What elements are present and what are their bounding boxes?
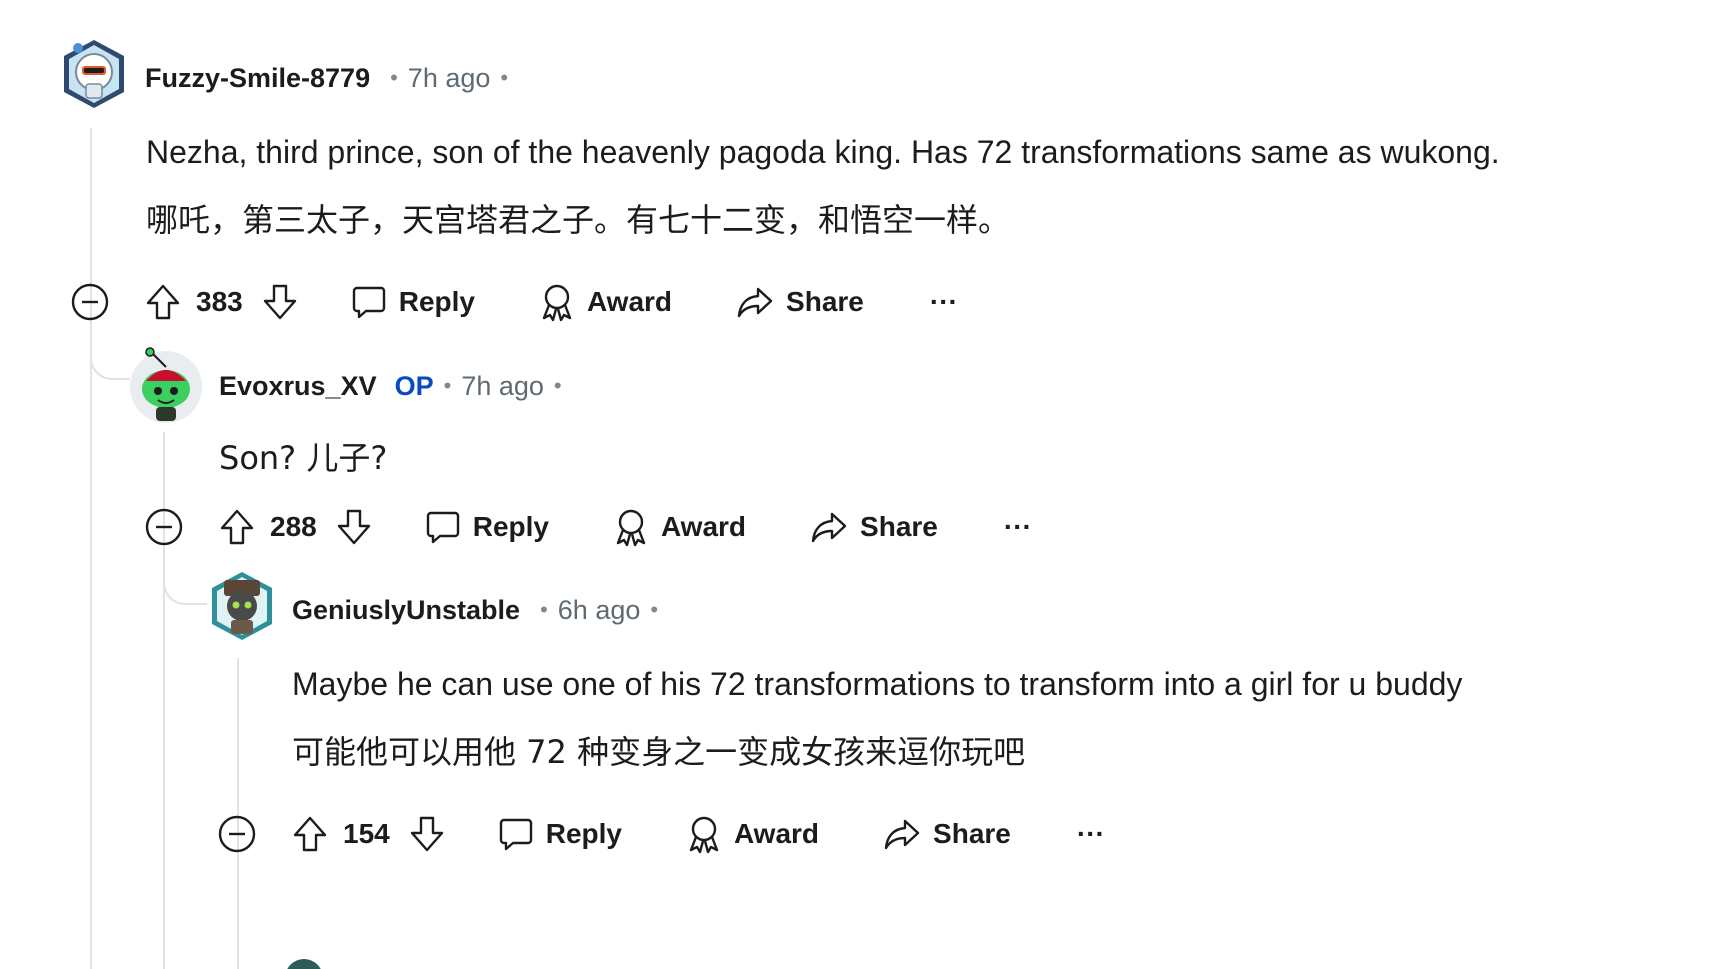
downvote-arrow-icon (337, 509, 370, 545)
separator-dot: • (553, 373, 562, 398)
separator-dot: • (390, 65, 398, 90)
speech-bubble-icon (352, 286, 385, 319)
award-ribbon-icon (616, 509, 646, 547)
comment-meta: Evoxrus_XV OP • 7h ago • (219, 366, 572, 406)
downvote-button[interactable] (335, 507, 373, 547)
comment-text-line: 哪吒，第三太子，天宫塔君之子。有七十二变，和悟空一样。 (146, 201, 1011, 239)
comment-body: Son? 儿子? (219, 424, 387, 492)
separator-dot: • (443, 373, 452, 398)
timestamp[interactable]: 6h ago (558, 595, 641, 626)
comment-body: Maybe he can use one of his 72 transform… (292, 650, 1462, 786)
username[interactable]: Evoxrus_XV (219, 371, 377, 402)
award-ribbon-icon (689, 816, 719, 854)
thread-line-level-1 (90, 128, 92, 969)
share-button[interactable]: Share (736, 284, 864, 320)
comment-text-line: Son? 儿子? (219, 439, 388, 477)
avatar[interactable] (204, 568, 280, 644)
award-label: Award (660, 511, 747, 542)
share-label: Share (786, 286, 864, 317)
comment-actions: 383 Reply Award Share ··· (144, 278, 958, 326)
robot-avatar-icon (64, 40, 124, 108)
downvote-button[interactable] (261, 282, 299, 322)
avatar-icon (287, 959, 321, 969)
comment-actions: 288 Reply Award Share ··· (218, 503, 1032, 551)
comment-text-line: Nezha, third prince, son of the heavenly… (146, 134, 1500, 170)
share-arrow-icon (737, 287, 773, 318)
downvote-arrow-icon (410, 816, 443, 852)
vote-score: 383 (196, 286, 243, 317)
username[interactable]: Fuzzy-Smile-8779 (145, 63, 370, 94)
robot-avatar-icon (212, 572, 272, 640)
downvote-button[interactable] (408, 814, 446, 854)
timestamp[interactable]: 7h ago (461, 371, 544, 402)
upvote-arrow-icon (146, 284, 180, 320)
upvote-button[interactable] (144, 282, 182, 322)
comment-meta: Fuzzy-Smile-8779 • 7h ago • (145, 58, 518, 98)
reply-label: Reply (472, 511, 549, 542)
avatar-partial[interactable] (284, 958, 324, 969)
award-button[interactable]: Award (686, 814, 819, 854)
collapse-minus-icon (145, 508, 183, 546)
award-ribbon-icon (542, 284, 572, 322)
thread-branch-curve (163, 555, 207, 605)
vote-score: 154 (343, 818, 390, 849)
award-button[interactable]: Award (613, 507, 746, 547)
upvote-arrow-icon (220, 509, 254, 545)
more-options-button[interactable]: ··· (1004, 511, 1032, 543)
separator-dot: • (540, 597, 548, 622)
collapse-button[interactable] (144, 507, 184, 547)
timestamp[interactable]: 7h ago (408, 63, 491, 94)
comment-actions: 154 Reply Award Share ··· (291, 810, 1105, 858)
share-arrow-icon (811, 512, 847, 543)
reply-label: Reply (398, 286, 475, 317)
comment-text-line: Maybe he can use one of his 72 transform… (292, 666, 1463, 702)
downvote-arrow-icon (263, 284, 296, 320)
speech-bubble-icon (499, 818, 532, 851)
award-label: Award (586, 286, 673, 317)
separator-dot: • (650, 597, 659, 622)
thread-branch-curve (90, 330, 130, 380)
share-button[interactable]: Share (883, 816, 1011, 852)
comment-meta: GeniuslyUnstable • 6h ago • (292, 590, 668, 630)
reply-button[interactable]: Reply (498, 816, 622, 852)
more-options-button[interactable]: ··· (1077, 818, 1105, 850)
share-button[interactable]: Share (810, 509, 938, 545)
collapse-minus-icon (71, 283, 109, 321)
reply-button[interactable]: Reply (425, 509, 549, 545)
comment-thread: Fuzzy-Smile-8779 • 7h ago • Nezha, third… (0, 0, 1709, 969)
reply-label: Reply (545, 818, 622, 849)
share-label: Share (860, 511, 938, 542)
share-label: Share (933, 818, 1011, 849)
upvote-button[interactable] (218, 507, 256, 547)
upvote-button[interactable] (291, 814, 329, 854)
more-options-button[interactable]: ··· (930, 286, 958, 318)
share-arrow-icon (884, 819, 920, 850)
vote-score: 288 (270, 511, 317, 542)
snoo-avatar-icon (130, 347, 202, 423)
avatar[interactable] (56, 36, 132, 112)
collapse-button[interactable] (70, 282, 110, 322)
collapse-minus-icon (218, 815, 256, 853)
award-label: Award (733, 818, 820, 849)
separator-dot: • (500, 65, 509, 90)
reply-button[interactable]: Reply (351, 284, 475, 320)
collapse-button[interactable] (217, 814, 257, 854)
username[interactable]: GeniuslyUnstable (292, 595, 520, 626)
comment-body: Nezha, third prince, son of the heavenly… (146, 118, 1500, 254)
avatar[interactable] (126, 345, 206, 425)
upvote-arrow-icon (293, 816, 327, 852)
award-button[interactable]: Award (539, 282, 672, 322)
op-badge: OP (394, 370, 434, 401)
comment-text-line: 可能他可以用他 72 种变身之一变成女孩来逗你玩吧 (292, 733, 1026, 771)
speech-bubble-icon (426, 511, 459, 544)
